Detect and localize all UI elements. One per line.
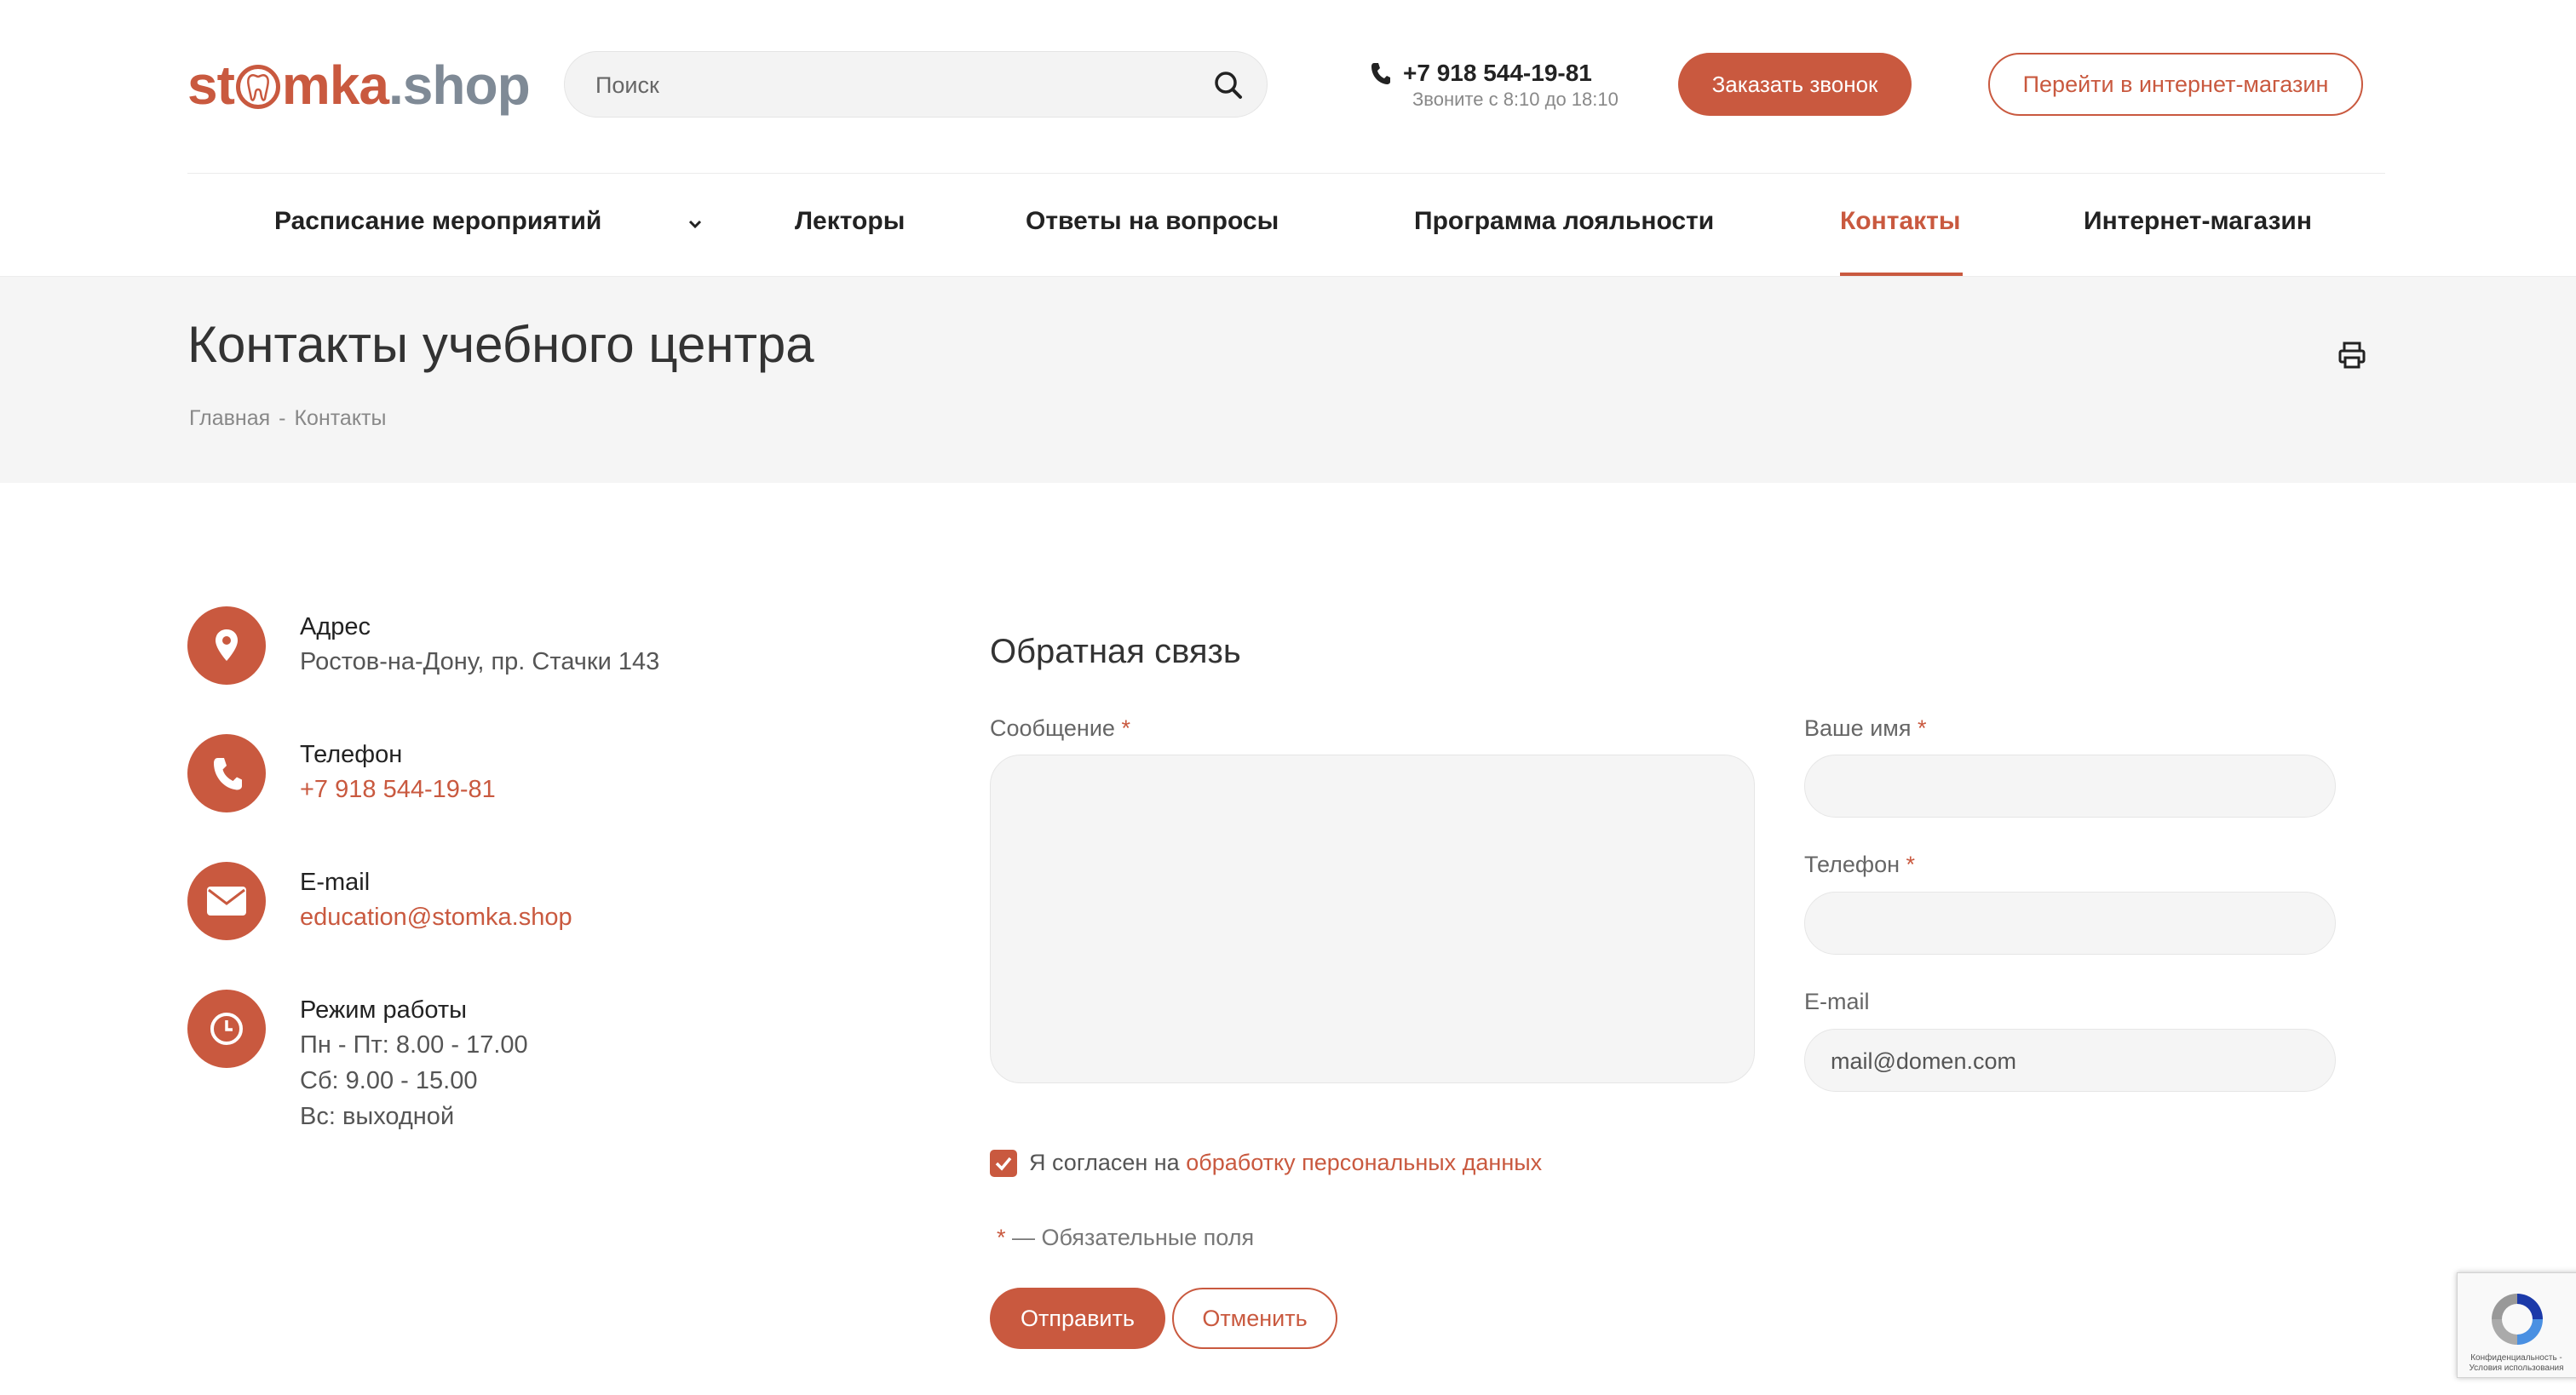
message-textarea[interactable]	[990, 755, 1755, 1083]
required-fields-note: * — Обязательные поля	[997, 1225, 1255, 1250]
search-icon[interactable]	[1212, 69, 1245, 101]
phone-label: Телефон	[300, 741, 403, 768]
feedback-form-title: Обратная связь	[990, 633, 1241, 670]
email-link[interactable]: education@stomka.shop	[300, 899, 572, 935]
recaptcha-text: Конфиденциальность - Условия использован…	[2469, 1353, 2564, 1373]
submit-button[interactable]: Отправить	[990, 1288, 1165, 1349]
phone-field-label: Телефон *	[1804, 852, 1916, 877]
consent-text: Я согласен на обработку персональных дан…	[1029, 1150, 1543, 1175]
address-value: Ростов-на-Дону, пр. Стачки 143	[300, 648, 660, 675]
print-icon[interactable]	[2337, 341, 2366, 370]
email-field-label: E-mail	[1804, 989, 1870, 1014]
breadcrumb-separator: -	[279, 406, 286, 430]
page-header-band	[0, 276, 2576, 483]
clock-icon	[187, 990, 266, 1068]
nav-item-shop[interactable]: Интернет-магазин	[2084, 207, 2312, 236]
consent-checkbox[interactable]	[990, 1150, 1017, 1177]
cancel-button[interactable]: Отменить	[1172, 1288, 1337, 1349]
nav-item-contacts[interactable]: Контакты	[1840, 207, 1960, 236]
hours-sunday: Вс: выходной	[300, 1103, 455, 1130]
go-to-shop-button[interactable]: Перейти в интернет-магазин	[1988, 53, 2363, 116]
logo-text-st: st	[187, 55, 235, 116]
breadcrumb-current: Контакты	[294, 406, 387, 430]
message-label: Сообщение *	[990, 715, 1130, 741]
name-field	[1804, 755, 2336, 818]
page-title: Контакты учебного центра	[187, 316, 814, 373]
header-phone[interactable]: +7 918 544-19-81	[1403, 60, 1592, 87]
logo-text-mka: mka	[281, 55, 389, 116]
email-icon	[187, 862, 266, 940]
phone-input[interactable]	[1829, 893, 2309, 956]
header-divider	[187, 173, 2385, 174]
address-label: Адрес	[300, 613, 371, 640]
nav-item-faq[interactable]: Ответы на вопросы	[1026, 207, 1279, 236]
phone-link[interactable]: +7 918 544-19-81	[300, 772, 496, 807]
phone-field	[1804, 892, 2336, 956]
email-label: E-mail	[300, 869, 371, 896]
hours-weekdays: Пн - Пт: 8.00 - 17.00	[300, 1031, 528, 1059]
site-logo[interactable]: st mka .shop	[187, 51, 531, 119]
email-input[interactable]	[1829, 1030, 2309, 1093]
recaptcha-badge[interactable]: Конфиденциальность - Условия использован…	[2457, 1272, 2576, 1378]
header-phone-hours: Звоните с 8:10 до 18:10	[1412, 89, 1619, 110]
name-input[interactable]	[1829, 755, 2309, 818]
recaptcha-icon	[2492, 1294, 2543, 1345]
email-field	[1804, 1029, 2336, 1093]
chevron-down-icon[interactable]	[687, 218, 704, 230]
breadcrumb-home[interactable]: Главная	[189, 406, 270, 430]
breadcrumb: Главная - Контакты	[189, 406, 394, 431]
order-call-button[interactable]: Заказать звонок	[1678, 53, 1912, 116]
hours-label: Режим работы	[300, 996, 467, 1024]
phone-icon	[1371, 63, 1390, 84]
search-bar	[564, 51, 1268, 118]
location-icon	[187, 606, 266, 685]
nav-item-lecturers[interactable]: Лекторы	[795, 207, 905, 236]
name-label: Ваше имя *	[1804, 715, 1927, 741]
phone-circle-icon	[187, 734, 266, 812]
tooth-icon	[235, 65, 280, 109]
search-input[interactable]	[594, 52, 1176, 118]
checkmark-icon	[995, 1157, 1012, 1171]
hours-saturday: Сб: 9.00 - 15.00	[300, 1067, 478, 1094]
nav-item-loyalty[interactable]: Программа лояльности	[1414, 207, 1714, 236]
personal-data-link[interactable]: обработку персональных данных	[1186, 1150, 1542, 1175]
nav-item-schedule[interactable]: Расписание мероприятий	[274, 207, 601, 236]
logo-text-shop: .shop	[388, 55, 531, 116]
